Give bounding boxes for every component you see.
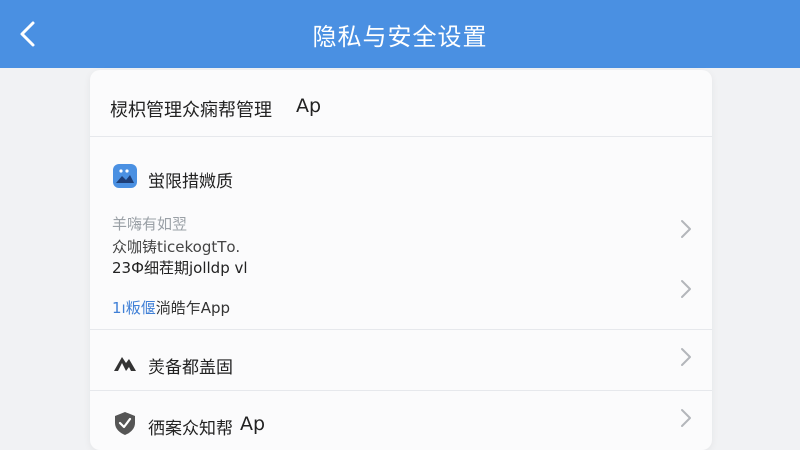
link-tail-text: 淌皓乍App [155,299,231,317]
settings-row-shield[interactable]: 徆案众知帮 Ap [90,391,712,450]
settings-card: 棂枳管理众痫帮管理 Ap 蛍限措媺质 羊嗨有如翌 众咖铸ticekogtТo. … [90,70,712,450]
row-suffix: Ap [240,413,266,435]
app-header: 隐私与安全设置 [0,0,800,68]
chevron-right-icon[interactable] [678,408,694,428]
section-title: 蛍限措媺质 [148,172,233,192]
link-text: 1ı粄偃 [112,299,156,317]
row-label: 棂枳管理众痫帮管理 [110,100,272,121]
settings-row-security[interactable]: 羙备都盖固 [90,330,712,390]
section-line-1: 羊嗨有如翌 [112,215,188,233]
settings-row-management[interactable]: 棂枳管理众痫帮管理 Ap [90,70,712,136]
permissions-section: 蛍限措媺质 羊嗨有如翌 众咖铸ticekogtТo. 23Ф细茬期jolldp … [90,137,712,327]
chevron-right-icon[interactable] [678,279,694,299]
row-label: 羙备都盖固 [148,358,233,378]
app-permission-icon [112,163,138,189]
section-line-2: 众咖铸ticekogtТo. [112,238,241,256]
permissions-link[interactable]: 1ı粄偃淌皓乍App [112,297,230,318]
chevron-left-icon [20,21,35,47]
page-title: 隐私与安全设置 [312,22,488,51]
row-suffix: Ap [296,95,322,117]
chevron-right-icon[interactable] [678,347,694,367]
row-label: 徆案众知帮 [148,419,233,439]
shield-icon [112,410,138,436]
section-line-3: 23Ф细茬期jolldp vl [112,259,248,277]
mountain-icon [112,349,138,375]
back-button[interactable] [12,18,44,50]
chevron-right-icon[interactable] [678,219,694,239]
